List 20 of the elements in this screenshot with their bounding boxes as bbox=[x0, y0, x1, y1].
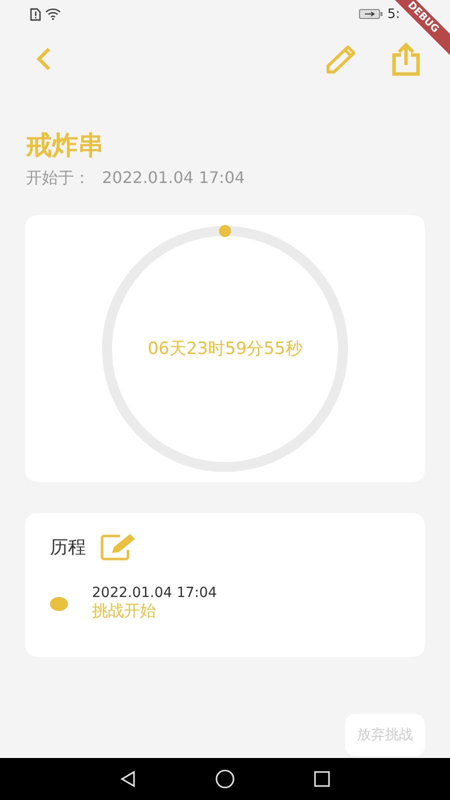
share-icon[interactable] bbox=[392, 42, 420, 76]
entry-label: 挑战开始 bbox=[92, 601, 157, 622]
home-nav-icon[interactable] bbox=[215, 769, 235, 789]
edit-icon[interactable] bbox=[100, 533, 138, 561]
start-time: 2022.01.04 17:04 bbox=[102, 168, 245, 189]
sim-alert-icon bbox=[30, 8, 41, 20]
challenge-title: 戒炸串 bbox=[26, 130, 105, 163]
recents-nav-icon[interactable] bbox=[313, 770, 331, 788]
battery-icon bbox=[359, 9, 384, 19]
progress-dot bbox=[219, 224, 231, 236]
history-title: 历程 bbox=[50, 536, 86, 559]
start-label: 开始于： bbox=[26, 168, 90, 189]
status-time: 5: bbox=[387, 6, 400, 22]
countdown-text: 06天23时59分55秒 bbox=[148, 338, 302, 360]
entry-time: 2022.01.04 17:04 bbox=[92, 585, 217, 601]
pencil-icon[interactable] bbox=[324, 44, 358, 74]
wifi-icon bbox=[45, 8, 61, 20]
back-nav-icon[interactable] bbox=[119, 770, 137, 788]
timeline-dot bbox=[50, 596, 68, 610]
back-icon[interactable] bbox=[36, 47, 52, 71]
